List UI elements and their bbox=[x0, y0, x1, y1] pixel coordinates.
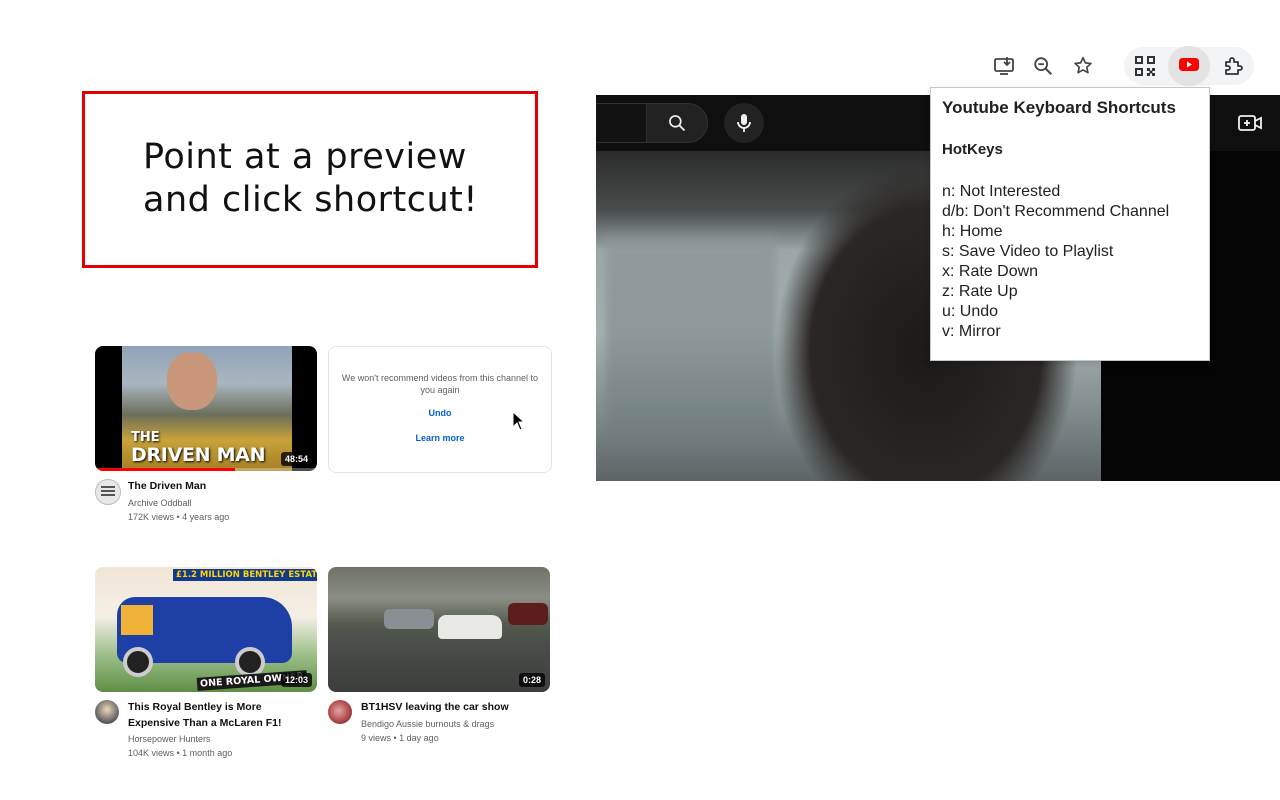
install-app-icon[interactable] bbox=[990, 52, 1018, 80]
search-icon bbox=[669, 115, 686, 132]
youtube-extension-icon[interactable] bbox=[1175, 51, 1203, 79]
instruction-line-2: and click shortcut! bbox=[143, 180, 478, 220]
hotkey-item: x: Rate Down bbox=[942, 263, 1039, 280]
video-thumbnail[interactable]: 0:28 bbox=[328, 567, 550, 692]
video-title[interactable]: BT1HSV leaving the car show bbox=[361, 699, 541, 715]
popup-title: Youtube Keyboard Shortcuts bbox=[942, 98, 1176, 117]
create-button[interactable] bbox=[1236, 109, 1264, 137]
watch-progress-track bbox=[95, 468, 317, 471]
mic-icon bbox=[737, 114, 751, 132]
video-thumbnail[interactable]: THE DRIVEN MAN 48:54 bbox=[95, 346, 317, 471]
video-frame-background bbox=[606, 235, 776, 435]
channel-avatar[interactable] bbox=[95, 479, 121, 505]
hotkey-item: d/b: Don't Recommend Channel bbox=[942, 203, 1170, 220]
not-recommended-card: We won't recommend videos from this chan… bbox=[328, 346, 552, 473]
thumbnail-car bbox=[384, 609, 434, 629]
hotkey-item: s: Save Video to Playlist bbox=[942, 243, 1114, 260]
instruction-line-1: Point at a preview bbox=[143, 137, 467, 177]
avatar-graphic bbox=[101, 486, 115, 488]
extensions-puzzle-icon[interactable] bbox=[1220, 52, 1248, 80]
channel-name[interactable]: Bendigo Aussie burnouts & drags bbox=[361, 717, 494, 731]
popup-subtitle: HotKeys bbox=[942, 141, 1003, 158]
channel-name[interactable]: Horsepower Hunters bbox=[128, 732, 211, 746]
video-meta: 172K views • 4 years ago bbox=[128, 512, 230, 522]
thumbnail-caption-1: THE bbox=[131, 430, 160, 445]
search-input[interactable] bbox=[596, 103, 647, 143]
channel-name[interactable]: Archive Oddball bbox=[128, 496, 192, 510]
thumbnail-wheel bbox=[123, 647, 153, 677]
video-thumbnail[interactable]: £1.2 MILLION BENTLEY ESTATE! ONE ROYAL O… bbox=[95, 567, 317, 692]
shortcuts-popup: Youtube Keyboard Shortcuts HotKeys n: No… bbox=[930, 87, 1210, 361]
channel-avatar[interactable] bbox=[328, 700, 352, 724]
bookmark-star-icon[interactable] bbox=[1069, 52, 1097, 80]
video-title[interactable]: The Driven Man bbox=[128, 478, 308, 494]
instruction-box: Point at a preview and click shortcut! bbox=[82, 91, 538, 268]
thumbnail-face bbox=[167, 352, 217, 410]
instruction-text: Point at a preview and click shortcut! bbox=[143, 136, 478, 222]
learn-more-link[interactable]: Learn more bbox=[329, 433, 551, 443]
thumbnail-car bbox=[508, 603, 548, 625]
not-recommended-message: We won't recommend videos from this chan… bbox=[341, 373, 539, 395]
thumbnail-caption-2: DRIVEN MAN bbox=[131, 444, 266, 466]
video-meta: 9 views • 1 day ago bbox=[361, 733, 439, 743]
video-title[interactable]: This Royal Bentley is More Expensive Tha… bbox=[128, 699, 308, 731]
search-button[interactable] bbox=[646, 103, 708, 143]
video-meta: 104K views • 1 month ago bbox=[128, 748, 233, 758]
thumbnail-banner-top: £1.2 MILLION BENTLEY ESTATE! bbox=[173, 569, 317, 581]
hotkey-item: u: Undo bbox=[942, 303, 999, 320]
hotkey-item: z: Rate Up bbox=[942, 283, 1018, 300]
watch-progress-fill bbox=[95, 468, 235, 471]
qr-code-icon[interactable] bbox=[1131, 52, 1159, 80]
mouse-cursor-icon bbox=[512, 411, 526, 431]
zoom-out-icon[interactable] bbox=[1029, 52, 1057, 80]
duration-badge: 48:54 bbox=[280, 452, 312, 466]
duration-badge: 12:03 bbox=[280, 673, 312, 687]
hotkey-list: n: Not Interested d/b: Don't Recommend C… bbox=[942, 182, 1169, 342]
duration-badge: 0:28 bbox=[518, 673, 545, 687]
create-video-icon bbox=[1238, 115, 1262, 131]
voice-search-button[interactable] bbox=[724, 103, 764, 143]
channel-avatar[interactable] bbox=[95, 700, 119, 724]
thumbnail-trunk bbox=[121, 605, 153, 635]
hotkey-item: n: Not Interested bbox=[942, 183, 1061, 200]
hotkey-item: h: Home bbox=[942, 223, 1003, 240]
thumbnail-car bbox=[438, 615, 502, 639]
hotkey-item: v: Mirror bbox=[942, 323, 1001, 340]
